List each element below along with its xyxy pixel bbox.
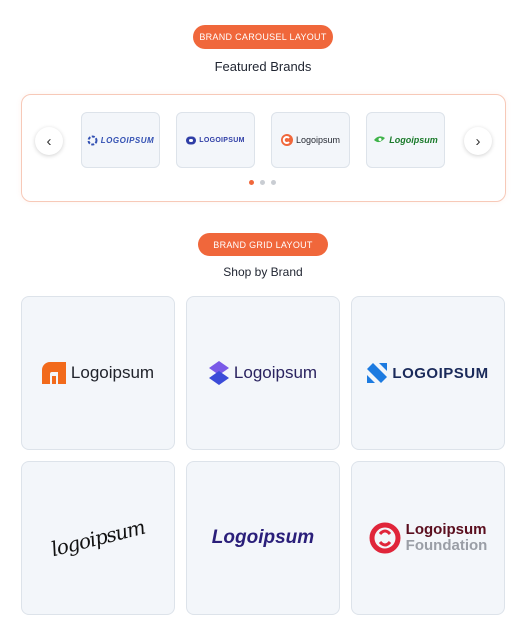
pagination-dot-active[interactable]: [249, 180, 254, 185]
carousel-section-title: Featured Brands: [214, 59, 312, 74]
brand-logo-icon: [280, 134, 293, 146]
grid-brand-card[interactable]: Logoipsum: [186, 461, 340, 615]
grid-brand-card[interactable]: LOGOIPSUM: [351, 296, 505, 450]
chevron-right-icon: ›: [475, 132, 481, 150]
carousel-pagination: [249, 180, 276, 185]
carousel-next-button[interactable]: ›: [464, 127, 492, 155]
carousel-brand-name: Logoipsum: [295, 135, 341, 145]
carousel-brand-name: Logoipsum: [389, 135, 438, 145]
carousel-brand-card[interactable]: LOGOIPSUM: [81, 112, 160, 168]
grid-brand-card[interactable]: Logoipsum: [186, 296, 340, 450]
chevron-left-icon: ‹: [46, 132, 52, 150]
grid-section-badge: BRAND GRID LAYOUT: [198, 233, 328, 256]
brand-carousel: ‹ LOGOIPSUM LOGOIPSUM Logoipsum Logoipsu…: [21, 94, 506, 202]
grid-brand-card[interactable]: logoipsum: [21, 461, 175, 615]
carousel-section-badge: BRAND CAROUSEL LAYOUT: [193, 25, 333, 49]
pagination-dot[interactable]: [260, 180, 265, 185]
grid-brand-name: Logoipsum: [211, 527, 315, 548]
grid-brand-card[interactable]: Logoipsum Foundation: [351, 461, 505, 615]
brand-logo-icon: [41, 362, 66, 384]
brand-logo-icon: [208, 361, 229, 385]
carousel-brand-name: LOGOIPSUM: [199, 136, 245, 144]
brand-logo-icon: [369, 522, 401, 554]
grid-brand-name: Logoipsum Foundation: [406, 522, 488, 554]
brand-name-line-1: Logoipsum: [405, 521, 487, 538]
pagination-dot[interactable]: [271, 180, 276, 185]
brand-logo-icon: [367, 363, 388, 383]
grid-brand-name: Logoipsum: [233, 363, 318, 382]
brand-logo-icon: [186, 136, 197, 144]
carousel-prev-button[interactable]: ‹: [35, 127, 63, 155]
grid-section-title: Shop by Brand: [223, 265, 303, 279]
carousel-brand-name: LOGOIPSUM: [100, 135, 155, 145]
grid-brand-name: LOGOIPSUM: [392, 364, 489, 382]
carousel-brand-card[interactable]: Logoipsum: [271, 112, 350, 168]
brand-logo-icon: [87, 135, 98, 145]
brand-name-line-2: Foundation: [405, 537, 488, 554]
grid-brand-card[interactable]: Logoipsum: [21, 296, 175, 450]
grid-brand-name: logoipsum: [48, 514, 148, 562]
carousel-brand-card[interactable]: Logoipsum: [366, 112, 445, 168]
carousel-brand-card[interactable]: LOGOIPSUM: [176, 112, 255, 168]
brand-logo-icon: [374, 136, 386, 143]
grid-brand-name: Logoipsum: [70, 363, 155, 382]
